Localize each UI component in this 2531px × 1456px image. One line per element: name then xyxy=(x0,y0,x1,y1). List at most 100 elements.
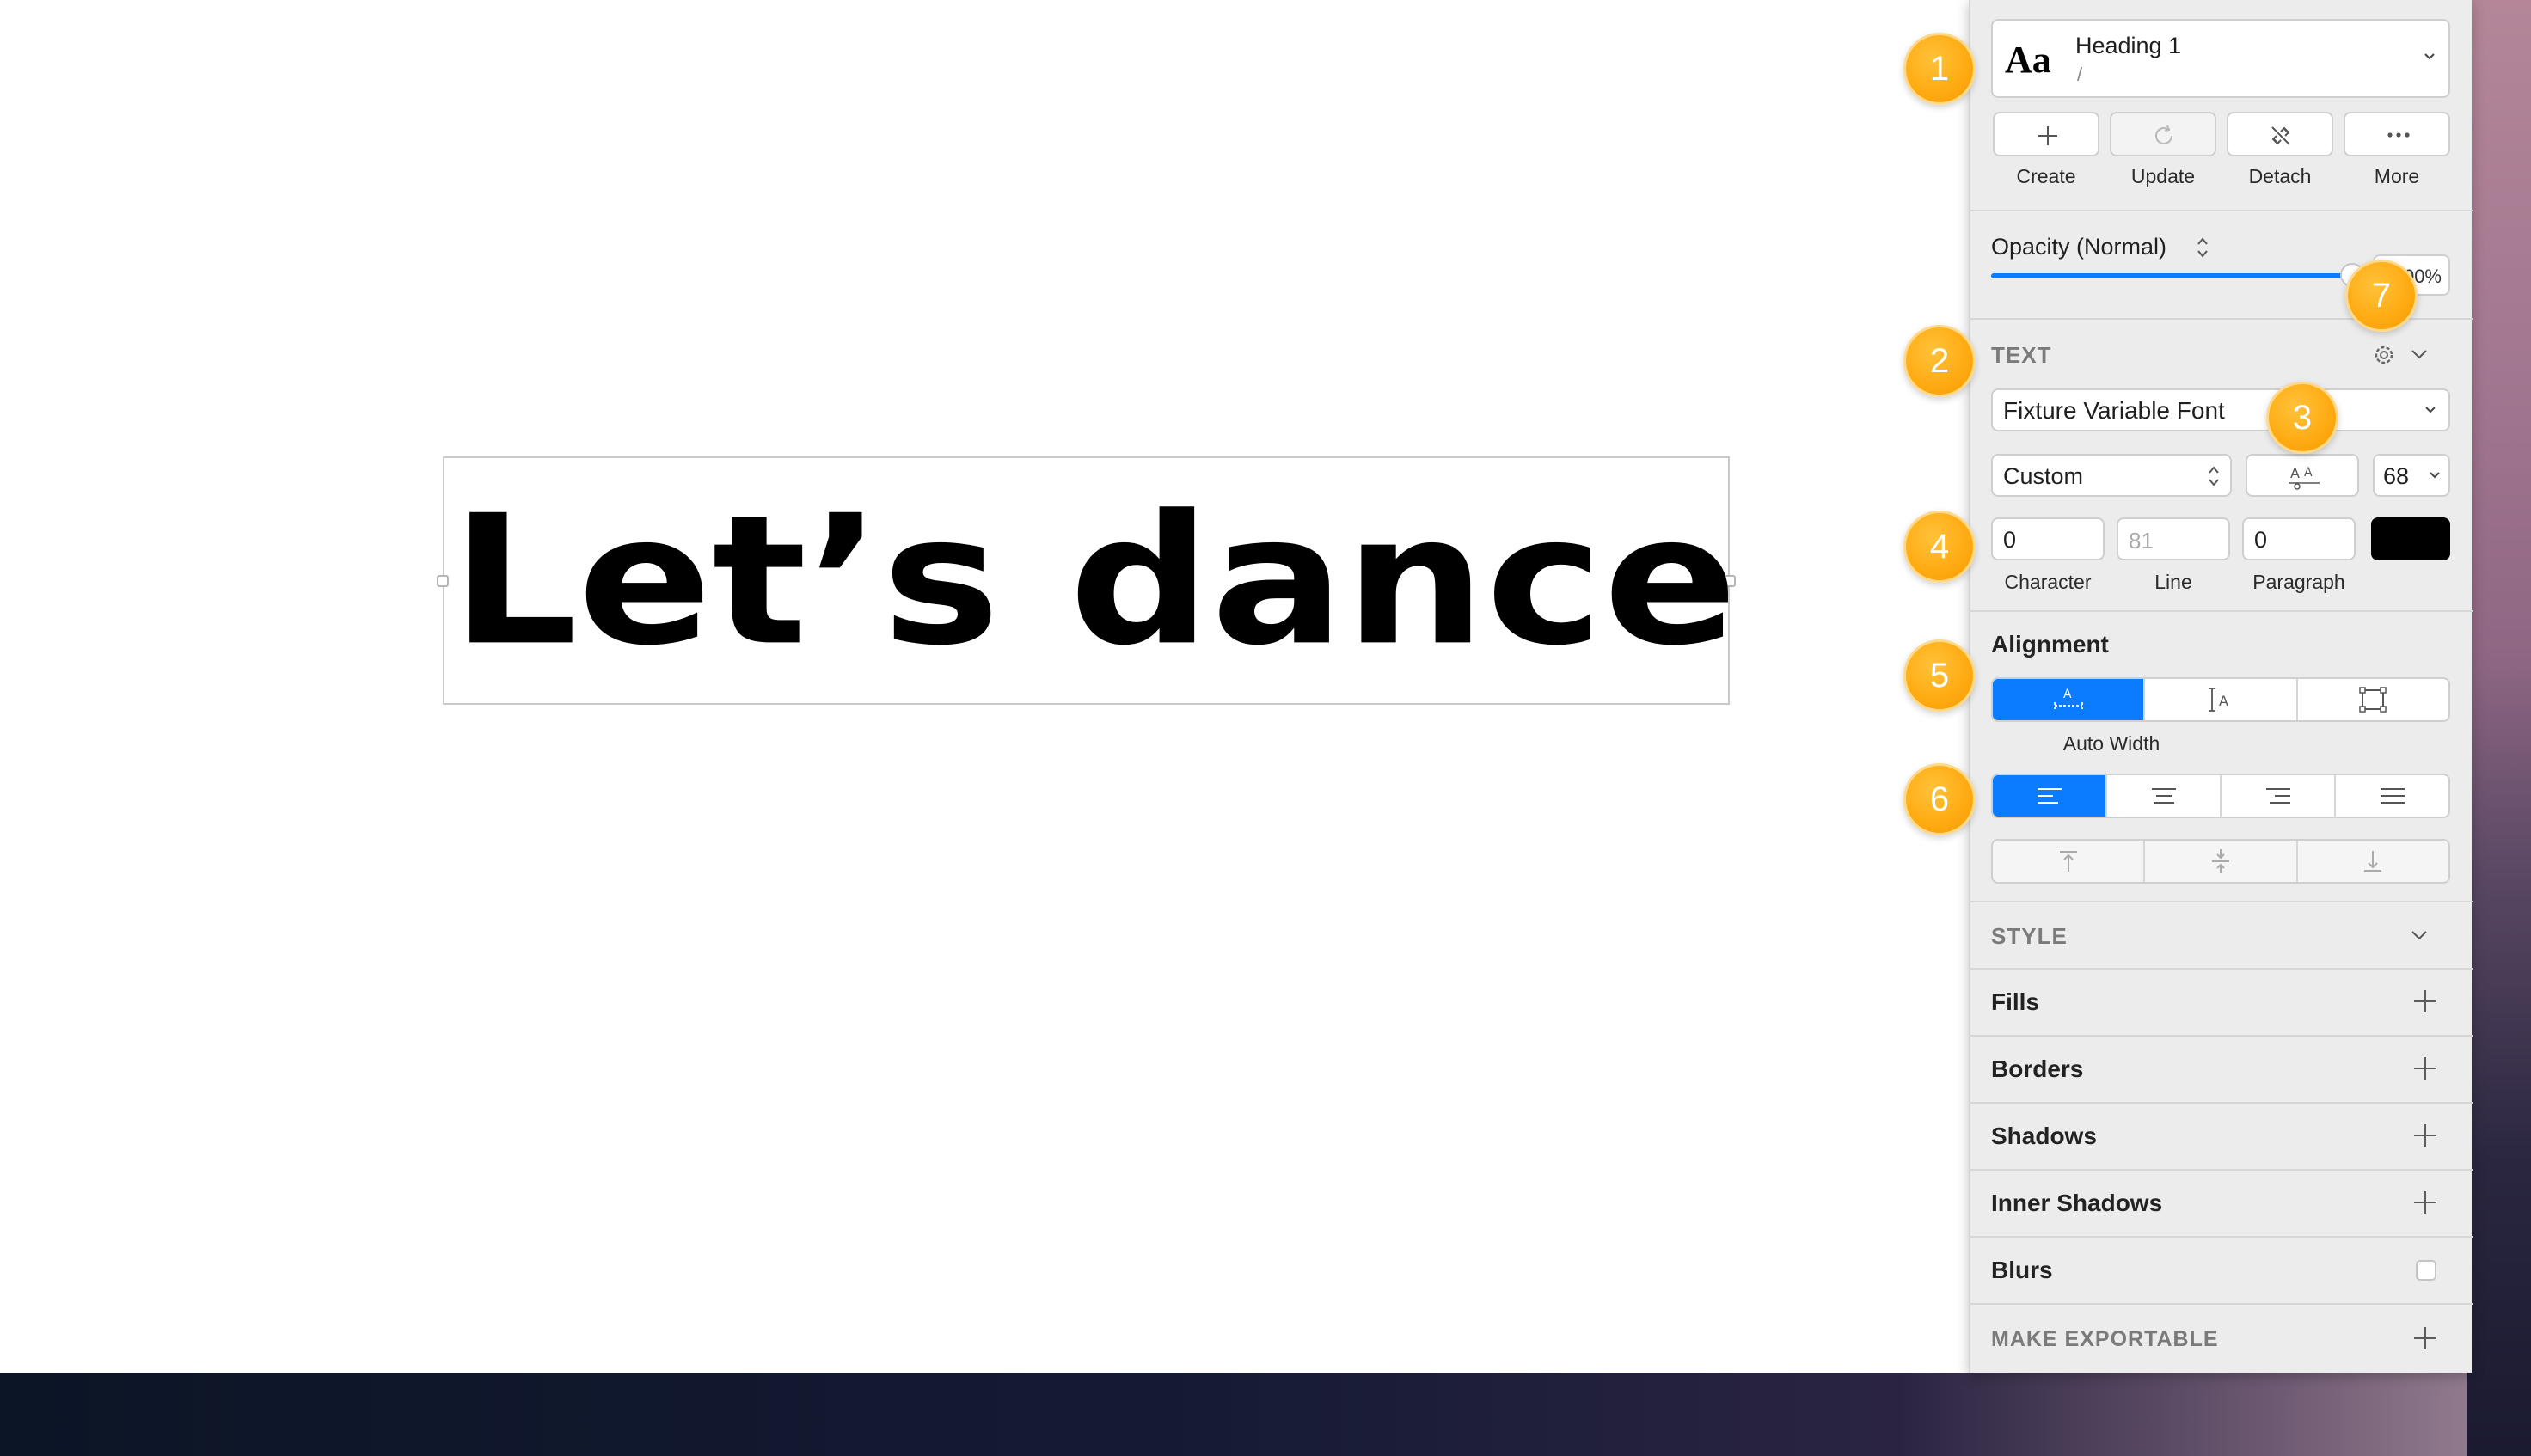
text-layer-selection[interactable]: Let’s dance xyxy=(437,456,1737,705)
make-exportable-plus-icon[interactable] xyxy=(2414,1327,2436,1349)
align-center-icon xyxy=(2151,788,2176,804)
align-top-button[interactable] xyxy=(1993,841,2146,882)
font-weight-value: Custom xyxy=(2003,463,2084,489)
divider xyxy=(1970,968,2473,970)
sizing-mode-label: Auto Width xyxy=(2062,732,2160,755)
font-size-value: 68 xyxy=(2383,463,2410,489)
style-section-title: STYLE xyxy=(1991,923,2068,949)
update-label: Update xyxy=(2130,165,2196,187)
divider xyxy=(1970,1102,2473,1104)
align-right-icon xyxy=(2265,788,2290,804)
add-inner-shadow-plus-icon[interactable] xyxy=(2414,1191,2436,1214)
line-height-field[interactable]: 81 xyxy=(2117,517,2230,560)
detach-link-icon xyxy=(2271,126,2290,145)
paragraph-spacing-value: 0 xyxy=(2254,527,2268,553)
character-spacing-value: 0 xyxy=(2003,527,2017,553)
text-section-title: TEXT xyxy=(1991,342,2052,368)
callout-badge-1: 1 xyxy=(1903,33,1976,105)
align-center-button[interactable] xyxy=(2107,775,2222,817)
chevron-down-icon xyxy=(2421,48,2438,70)
auto-height-button[interactable]: A xyxy=(2145,679,2298,720)
add-fill-plus-icon[interactable] xyxy=(2414,990,2436,1012)
align-justify-icon xyxy=(2380,788,2405,804)
auto-width-button[interactable]: A xyxy=(1993,679,2146,720)
fills-row-title: Fills xyxy=(1991,988,2040,1015)
stepper-icon xyxy=(2206,462,2222,494)
blurs-row-title: Blurs xyxy=(1991,1257,2053,1283)
add-border-plus-icon[interactable] xyxy=(2414,1057,2436,1080)
divider xyxy=(1970,1236,2473,1238)
fixed-size-icon xyxy=(2359,687,2387,713)
gear-icon[interactable] xyxy=(2369,340,2399,374)
callout-badge-2: 2 xyxy=(1903,325,1976,397)
refresh-icon xyxy=(2155,125,2172,144)
text-color-swatch[interactable] xyxy=(2371,517,2450,560)
borders-row-title: Borders xyxy=(1991,1055,2084,1082)
style-preview-glyph: Aa xyxy=(2005,39,2051,81)
font-weight-select[interactable]: Custom xyxy=(1991,454,2232,497)
detach-label: Detach xyxy=(2248,165,2312,187)
align-right-button[interactable] xyxy=(2222,775,2336,817)
align-justify-button[interactable] xyxy=(2336,775,2448,817)
callout-badge-3: 3 xyxy=(2266,382,2338,454)
opacity-mode-stepper-icon[interactable] xyxy=(2194,234,2211,266)
svg-text:A: A xyxy=(2290,465,2300,481)
desktop-wallpaper xyxy=(2467,0,2531,1456)
callout-badge-5: 5 xyxy=(1903,639,1976,712)
divider xyxy=(1970,1169,2473,1171)
divider xyxy=(1970,901,2473,902)
chevron-down-icon xyxy=(2428,468,2442,486)
resize-handle-left[interactable] xyxy=(437,575,449,587)
text-options-icon: AA xyxy=(2289,465,2320,490)
inner-shadows-row-title: Inner Shadows xyxy=(1991,1190,2163,1216)
align-bottom-button[interactable] xyxy=(2298,841,2448,882)
text-sizing-segmented-control[interactable]: A A xyxy=(1991,677,2450,722)
text-options-button[interactable]: AA xyxy=(2246,454,2359,497)
font-size-field[interactable]: 68 xyxy=(2373,454,2450,497)
create-label: Create xyxy=(2016,165,2076,187)
align-left-icon xyxy=(2037,788,2062,804)
paragraph-spacing-field[interactable]: 0 xyxy=(2242,517,2356,560)
style-name: Heading 1 xyxy=(2075,33,2182,58)
svg-text:A: A xyxy=(2063,688,2072,701)
fixed-size-button[interactable] xyxy=(2298,679,2448,720)
opacity-slider-track[interactable] xyxy=(1991,273,2352,278)
align-left-button[interactable] xyxy=(1993,775,2107,817)
divider xyxy=(1970,610,2473,612)
shadows-row-title: Shadows xyxy=(1991,1123,2097,1149)
collapse-chevron-icon[interactable] xyxy=(2407,923,2431,951)
blur-checkbox[interactable] xyxy=(2416,1260,2436,1281)
add-shadow-plus-icon[interactable] xyxy=(2414,1124,2436,1147)
align-top-icon xyxy=(2059,851,2077,872)
character-spacing-field[interactable]: 0 xyxy=(1991,517,2105,560)
canvas[interactable]: Let’s dance xyxy=(0,0,1969,1373)
style-path: / xyxy=(2077,64,2083,85)
more-style-button[interactable] xyxy=(2344,112,2450,156)
svg-text:A: A xyxy=(2219,693,2228,709)
horizontal-alignment-control[interactable] xyxy=(1991,774,2450,818)
create-style-button[interactable] xyxy=(1993,112,2099,156)
opacity-slider-fill xyxy=(1991,273,2352,278)
svg-text:A: A xyxy=(2304,466,2313,480)
vertical-alignment-control[interactable] xyxy=(1991,839,2450,884)
more-label: More xyxy=(2374,165,2420,187)
text-style-picker[interactable]: Aa Heading 1 / xyxy=(1991,19,2450,98)
callout-badge-4: 4 xyxy=(1903,511,1976,583)
font-family-value: Fixture Variable Font xyxy=(2003,397,2225,424)
line-label: Line xyxy=(2154,571,2192,593)
align-middle-button[interactable] xyxy=(2145,841,2298,882)
divider xyxy=(1970,1035,2473,1037)
make-exportable-title: MAKE EXPORTABLE xyxy=(1991,1327,2219,1351)
opacity-label[interactable]: Opacity (Normal) xyxy=(1991,234,2166,260)
paragraph-label: Paragraph xyxy=(2252,571,2345,593)
auto-width-icon: A xyxy=(2053,688,2083,709)
callout-badge-6: 6 xyxy=(1903,763,1976,835)
detach-style-button[interactable] xyxy=(2227,112,2333,156)
collapse-chevron-icon[interactable] xyxy=(2407,342,2431,370)
canvas-text[interactable]: Let’s dance xyxy=(451,492,1737,670)
callout-badge-7: 7 xyxy=(2345,260,2418,332)
align-bottom-icon xyxy=(2364,851,2382,872)
font-family-select[interactable]: Fixture Variable Font xyxy=(1991,388,2450,431)
update-style-button[interactable] xyxy=(2110,112,2216,156)
alignment-title: Alignment xyxy=(1991,631,2109,658)
